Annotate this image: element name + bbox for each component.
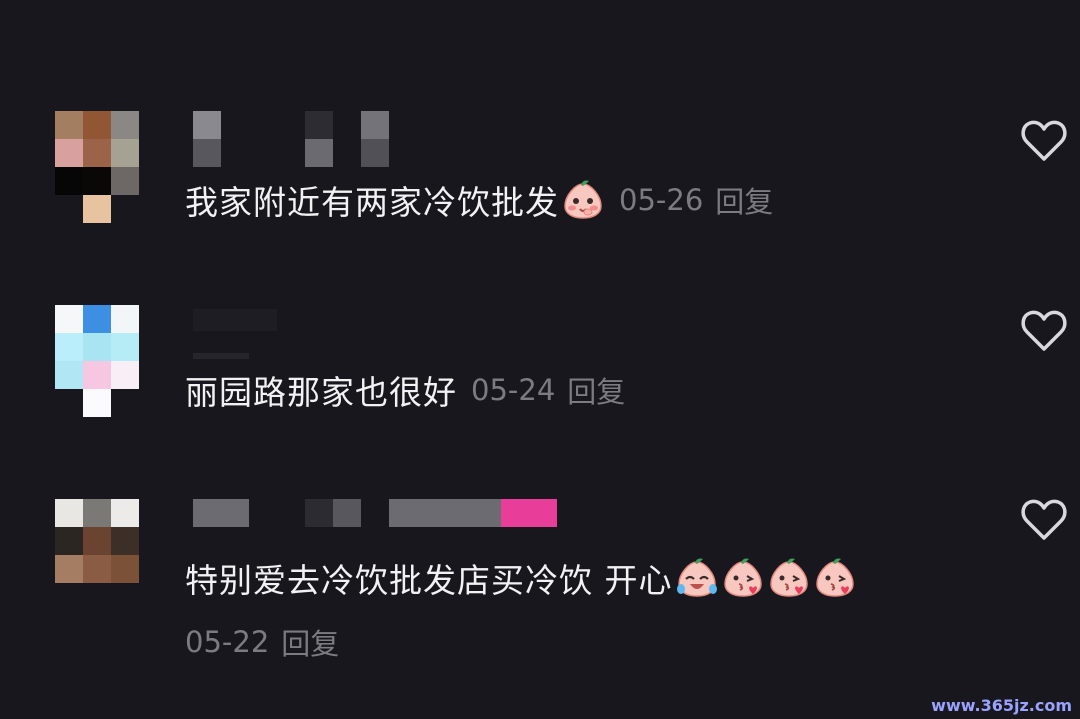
comment-text: 丽园路那家也很好 [185,373,457,412]
reply-button[interactable]: 回复 [567,369,625,411]
reply-button[interactable]: 回复 [715,179,773,221]
avatar[interactable] [55,111,139,223]
laugh-cry-peach-emoji [676,558,717,597]
comment-date: 05-24 [471,373,556,407]
username-blurred[interactable] [193,111,573,167]
avatar[interactable] [55,305,139,417]
comment-body: 我家附近有两家冷饮批发 05-26 回复 [185,178,773,222]
comment-date: 05-26 [619,183,704,217]
heart-outline-icon[interactable] [1019,496,1069,542]
kiss-peach-emoji [815,558,854,597]
username-blurred[interactable] [193,305,573,361]
watermark: www.365jz.com [931,696,1072,715]
comment-date: 05-22 [185,625,270,659]
reply-button[interactable]: 回复 [281,621,339,663]
kiss-peach-emoji [723,558,762,597]
kiss-peach-emoji [769,558,808,597]
comment-body: 丽园路那家也很好 05-24 回复 [185,368,625,412]
heart-outline-icon[interactable] [1019,117,1069,163]
heart-outline-icon[interactable] [1019,307,1069,353]
avatar[interactable] [55,499,139,611]
comment-body: 特别爱去冷饮批发店买冷饮 开心 [185,556,857,600]
comment-text: 特别爱去冷饮批发店买冷饮 开心 [185,561,673,600]
username-blurred[interactable] [193,499,573,555]
comment-text: 我家附近有两家冷饮批发 [185,183,559,222]
shy-peach-emoji [564,180,602,219]
comment-meta: 05-22 回复 [185,620,339,664]
